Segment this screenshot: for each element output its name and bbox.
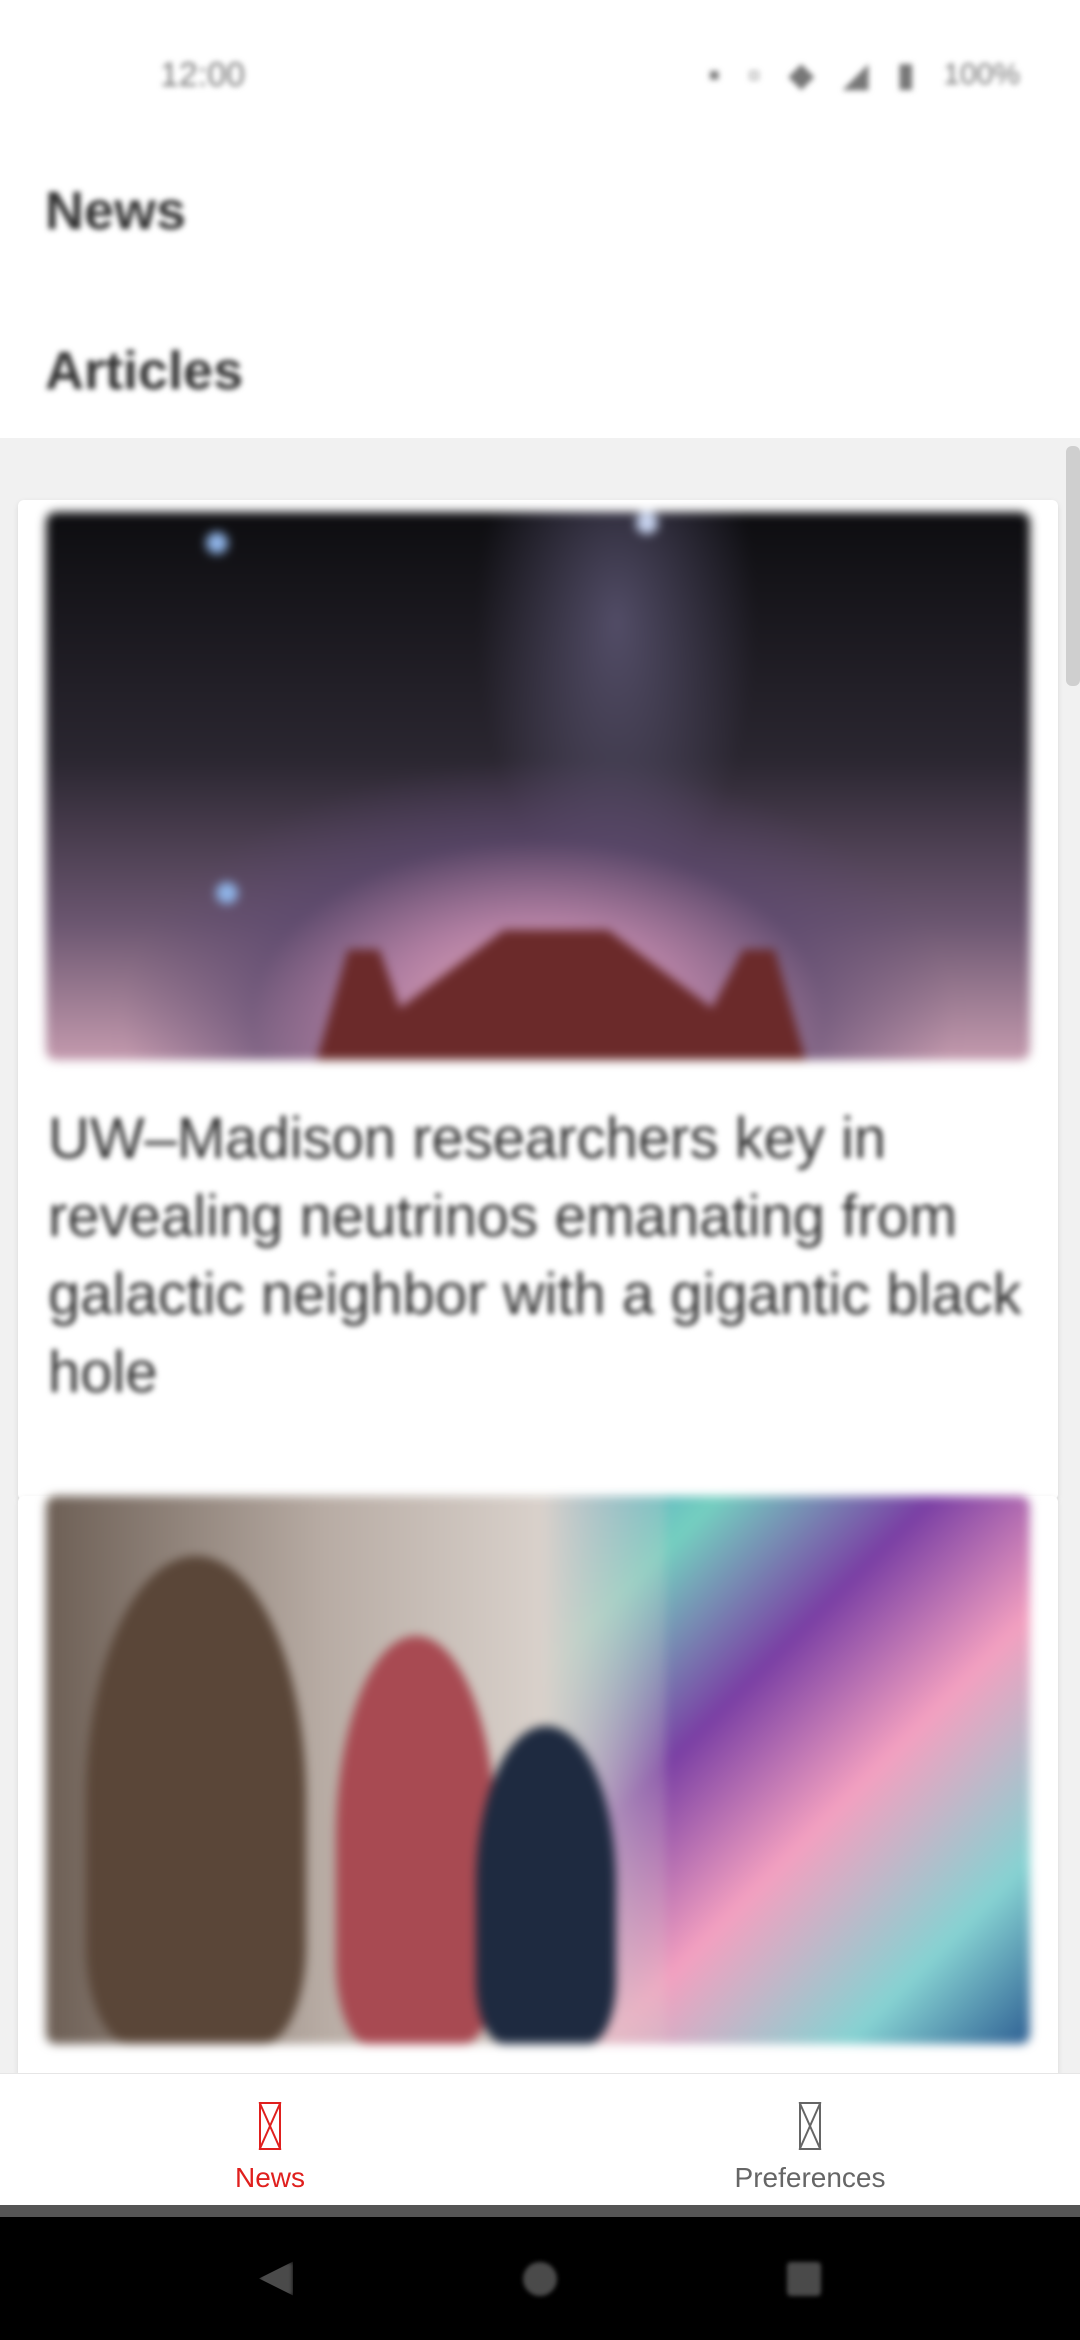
nav-label-news: News [234,2162,305,2193]
signal-icon: ◢ [842,56,869,94]
status-icons: ▪ ▫ ◆ ◢ ▮ 100% [708,55,1020,95]
system-navigation-bar [0,2217,1080,2340]
home-button[interactable] [523,2261,557,2296]
notification-icon: ▪ [708,55,721,94]
telescope-silhouette [316,930,806,1060]
nav-label-preferences: Preferences [734,2162,886,2193]
news-icon [259,2102,281,2150]
star [216,882,238,904]
recents-button[interactable] [787,2261,821,2296]
nav-divider [0,2205,1080,2217]
back-button[interactable] [259,2261,293,2296]
star [636,512,658,534]
nav-item-news[interactable]: News [0,2074,540,2205]
page-title: News [45,181,187,241]
person-figure [86,1556,306,2044]
battery-icon: ▮ [896,56,916,94]
article-card[interactable] [18,1496,1058,2073]
article-title[interactable]: UW–Madison researchers key in revealing … [48,1100,1028,1412]
preferences-icon [799,2102,821,2150]
app-screen: 12:00 ▪ ▫ ◆ ◢ ▮ 100% News Articles UW–Ma… [0,0,1080,2340]
section-title: Articles [45,341,244,401]
galaxy-telescope-image [46,512,1030,1060]
mural-painting-image [46,1496,1030,2044]
article-card[interactable]: UW–Madison researchers key in revealing … [18,500,1058,1500]
bottom-navigation: News Preferences [0,2073,1080,2205]
scrollbar[interactable] [1066,446,1080,686]
article-feed[interactable]: UW–Madison researchers key in revealing … [0,438,1080,2073]
status-bar: 12:00 ▪ ▫ ◆ ◢ ▮ 100% [0,0,1080,150]
nav-item-preferences[interactable]: Preferences [540,2074,1080,2205]
status-time: 12:00 [160,55,246,94]
notification-icon: ▫ [748,55,761,94]
battery-level: 100% [943,58,1020,91]
person-figure [476,1726,616,2044]
wifi-icon: ◆ [788,56,815,94]
star [206,532,228,554]
person-figure [336,1636,496,2044]
